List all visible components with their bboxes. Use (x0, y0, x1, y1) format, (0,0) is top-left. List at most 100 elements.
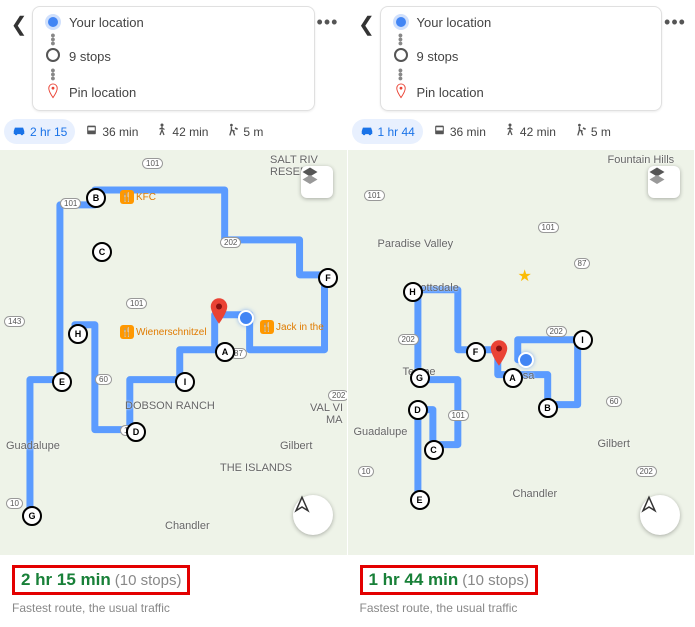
route-shield: 202 (328, 390, 347, 401)
ride-time: 5 m (591, 125, 611, 139)
poi-icon: 🍴 (120, 325, 134, 339)
more-button[interactable]: ••• (315, 6, 341, 33)
map-label: Chandler (513, 488, 558, 500)
stop-marker[interactable]: F (466, 342, 486, 362)
mode-walk[interactable]: 42 min (496, 119, 564, 144)
current-location-dot (238, 310, 254, 326)
route-subtitle: Fastest route, the usual traffic (12, 601, 335, 615)
route-shield: 87 (574, 258, 591, 269)
mode-transit[interactable]: 36 min (77, 119, 146, 144)
map[interactable]: Fountain HillsParadise ValleyScottsdaleT… (348, 150, 695, 555)
dots-icon: ●●● (391, 67, 411, 81)
mode-drive[interactable]: 1 hr 44 (352, 119, 423, 144)
stop-marker[interactable]: I (175, 372, 195, 392)
recenter-button[interactable] (640, 495, 680, 535)
mode-drive[interactable]: 2 hr 15 (4, 119, 75, 144)
stop-marker[interactable]: G (410, 368, 430, 388)
time-highlight: 1 hr 44 min(10 stops) (360, 565, 538, 595)
map-label: Fountain Hills (608, 154, 675, 166)
map-label: Gilbert (280, 440, 312, 452)
back-button[interactable]: ❮ (6, 6, 32, 37)
map-label: DOBSON RANCH (125, 400, 215, 412)
route-shield: 101 (142, 158, 163, 169)
stop-marker[interactable]: C (92, 242, 112, 262)
stop-marker[interactable]: I (573, 330, 593, 350)
bottom-sheet[interactable]: 1 hr 44 min(10 stops)Fastest route, the … (348, 555, 695, 627)
drive-time: 1 hr 44 (378, 125, 415, 139)
mode-transit[interactable]: 36 min (425, 119, 494, 144)
map-label: Guadalupe (354, 426, 408, 438)
stop-marker[interactable]: D (126, 422, 146, 442)
layers-button[interactable] (648, 166, 680, 198)
route-shield: 101 (538, 222, 559, 233)
route-card[interactable]: Your location●●●9 stops●●●Pin location (380, 6, 663, 111)
route-shield: 101 (364, 190, 385, 201)
poi[interactable]: 🍴KFC (120, 190, 156, 204)
route-shield: 202 (398, 334, 419, 345)
stop-marker[interactable]: H (403, 282, 423, 302)
poi-label: KFC (136, 192, 156, 203)
your-location-label: Your location (69, 15, 144, 30)
route-shield: 101 (448, 410, 469, 421)
map-label: Chandler (165, 520, 210, 532)
your-location-label: Your location (417, 15, 492, 30)
transit-icon (85, 124, 98, 140)
route-shield: 101 (126, 298, 147, 309)
time-highlight: 2 hr 15 min(10 stops) (12, 565, 190, 595)
pin-location-label: Pin location (417, 85, 484, 100)
stops-label: 9 stops (417, 49, 459, 64)
pin-icon (391, 83, 411, 102)
mode-walk[interactable]: 42 min (148, 119, 216, 144)
destination-pin[interactable] (210, 298, 228, 316)
bottom-sheet[interactable]: 2 hr 15 min(10 stops) Fastest route, the … (0, 555, 347, 627)
route-card[interactable]: Your location●●●9 stops●●●Pin location (32, 6, 315, 111)
map-label: VAL VI (310, 402, 343, 414)
location-dot-icon (396, 17, 406, 27)
stops-label: 9 stops (69, 49, 111, 64)
walk-time: 42 min (520, 125, 556, 139)
route-shield: 60 (95, 374, 112, 385)
stop-marker[interactable]: E (52, 372, 72, 392)
stop-marker[interactable]: B (538, 398, 558, 418)
route-shield: 202 (220, 237, 241, 248)
route-time: 1 hr 44 min (369, 570, 459, 589)
travel-modes: 1 hr 44 36 min 42 min 5 m (348, 113, 695, 150)
stop-marker[interactable]: C (424, 440, 444, 460)
map-label: Gilbert (598, 438, 630, 450)
more-button[interactable]: ••• (662, 6, 688, 33)
map[interactable]: SALT RIVRESERVATGuadalupeGilbertChandler… (0, 150, 347, 555)
transit-time: 36 min (102, 125, 138, 139)
back-button[interactable]: ❮ (354, 6, 380, 37)
stop-marker[interactable]: A (215, 342, 235, 362)
layers-button[interactable] (301, 166, 333, 198)
walk-time: 42 min (172, 125, 208, 139)
map-label: Paradise Valley (378, 238, 454, 250)
destination-pin[interactable] (490, 340, 508, 358)
mode-ride[interactable]: 5 m (566, 119, 619, 144)
drive-time: 2 hr 15 (30, 125, 67, 139)
transit-time: 36 min (450, 125, 486, 139)
ring-icon (394, 48, 408, 62)
route-shield: 10 (358, 466, 375, 477)
car-icon (360, 124, 374, 139)
star-icon: ★ (518, 266, 532, 286)
pin-location-label: Pin location (69, 85, 136, 100)
stop-marker[interactable]: A (503, 368, 523, 388)
poi-icon: 🍴 (260, 320, 274, 334)
stop-marker[interactable]: G (22, 506, 42, 526)
recenter-button[interactable] (293, 495, 333, 535)
stop-marker[interactable]: F (318, 268, 338, 288)
transit-icon (433, 124, 446, 140)
stop-marker[interactable]: E (410, 490, 430, 510)
ring-icon (46, 48, 60, 62)
map-label: Guadalupe (6, 440, 60, 452)
dots-icon: ●●● (43, 32, 63, 46)
mode-ride[interactable]: 5 m (218, 119, 271, 144)
poi[interactable]: 🍴Jack in the (260, 320, 324, 334)
location-dot-icon (48, 17, 58, 27)
panel-1: ❮Your location●●●9 stops●●●Pin location•… (348, 0, 695, 627)
poi[interactable]: 🍴Wienerschnitzel (120, 325, 207, 339)
stop-marker[interactable]: B (86, 188, 106, 208)
stop-marker[interactable]: H (68, 324, 88, 344)
stop-marker[interactable]: D (408, 400, 428, 420)
